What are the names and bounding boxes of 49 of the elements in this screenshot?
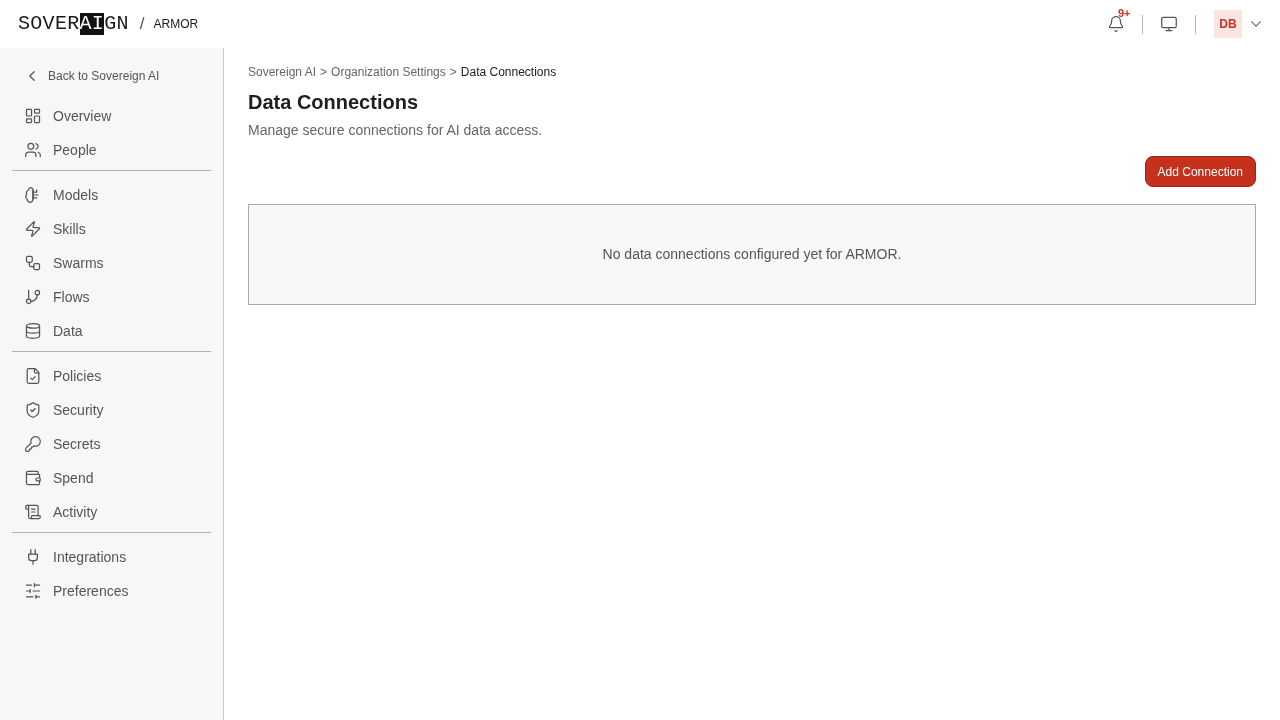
grid-icon [25,108,41,124]
workspace-name: ARMOR [153,16,199,33]
user-avatar[interactable]: DB [1214,10,1242,38]
path-separator: / [139,13,145,36]
sidebar-item[interactable]: Preferences [12,574,211,608]
sidebar-item[interactable]: Integrations [12,540,211,574]
wallet-icon [25,470,41,486]
back-link[interactable]: Back to Sovereign AI [12,64,160,88]
add-connection-button[interactable]: Add Connection [1144,156,1256,187]
logo-text[interactable]: GN [104,13,129,35]
notification-count: 9+ [1118,7,1131,19]
sidebar-item[interactable]: Overview [12,99,211,133]
chevron-left-icon [28,71,36,81]
branch-icon [25,289,41,305]
scroll-icon [25,504,41,520]
sliders-icon [25,583,41,599]
logo-text[interactable]: SOVER [18,13,80,35]
chevron-down-icon[interactable] [1251,19,1261,29]
monitor-icon[interactable] [1161,16,1177,32]
users-icon [25,142,41,158]
page-title: Data Connections [248,90,420,114]
key-icon [25,436,41,452]
sidebar-item[interactable]: Spend [12,461,211,495]
sidebar-item[interactable]: Skills [12,212,211,246]
notification-bell-icon[interactable] [1108,16,1124,32]
sidebar-item[interactable]: Policies [12,359,211,393]
sidebar-item[interactable]: Data [12,314,211,348]
page-subtitle: Manage secure connections for AI data access. [248,121,544,140]
empty-state-message: No data connections configured yet for ARMOR. [602,245,902,264]
shield-check-icon [25,402,41,418]
brain-icon [25,187,41,203]
database-icon [25,323,41,339]
sidebar-item[interactable]: Activity [12,495,211,529]
sidebar-item[interactable]: Models [12,178,211,212]
breadcrumb-current: Data Connections [460,64,557,80]
lightning-icon [25,221,41,237]
breadcrumb-separator: > [449,64,457,80]
sidebar-item[interactable]: Security [12,393,211,427]
breadcrumb-separator: > [320,64,328,80]
logo-highlight[interactable]: AI [79,13,105,35]
sidebar-item[interactable]: People [12,133,211,167]
breadcrumb-link[interactable]: Sovereign AI [248,64,317,80]
file-check-icon [25,368,41,384]
plug-icon [25,549,41,565]
workflow-icon [25,255,41,271]
breadcrumb-link[interactable]: Organization Settings [331,64,446,80]
sidebar-item[interactable]: Secrets [12,427,211,461]
sidebar-item[interactable]: Swarms [12,246,211,280]
sidebar-item[interactable]: Flows [12,280,211,314]
